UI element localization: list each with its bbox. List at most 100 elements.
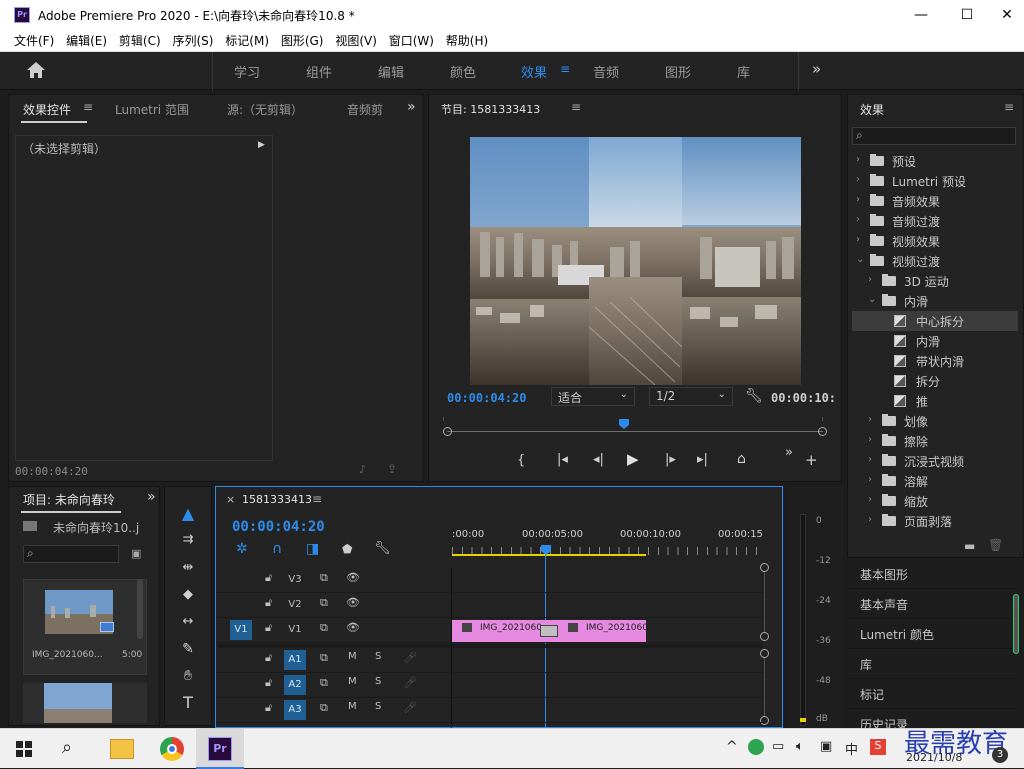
slip-tool-icon[interactable]: ↔ (177, 611, 199, 633)
chevron-down-icon[interactable]: ⌄ (856, 254, 864, 265)
menu-edit[interactable]: 编辑(E) (62, 31, 111, 51)
panel-link[interactable]: 基本图形 (860, 566, 908, 583)
close-tab-icon[interactable]: × (226, 493, 235, 506)
eye-icon[interactable]: 👁︎ (346, 571, 360, 584)
mark-in-icon[interactable]: { (517, 453, 525, 468)
add-button-icon[interactable]: + (805, 451, 818, 469)
track-target[interactable]: A1 (284, 650, 306, 670)
effects-tree-item[interactable]: › Lumetri 预设 (852, 171, 1018, 191)
work-area-bar[interactable] (452, 554, 646, 556)
chevron-right-icon[interactable]: › (868, 474, 872, 485)
chevron-right-icon[interactable]: › (868, 274, 872, 285)
program-scrub-bar[interactable] (447, 431, 823, 432)
close-button[interactable]: ✕ (990, 0, 1024, 30)
workspace-tab-assembly[interactable]: 组件 (306, 62, 332, 81)
export-icon[interactable]: ⇪ (387, 462, 397, 476)
effects-tree-item[interactable]: › 页面剥落 (852, 511, 1018, 531)
effects-tree-item[interactable]: › 沉浸式视频 (852, 451, 1018, 471)
scrub-start-handle[interactable] (443, 427, 452, 436)
effects-tree-item[interactable]: › 音频过渡 (852, 211, 1018, 231)
panel-link[interactable]: Lumetri 颜色 (860, 626, 934, 643)
find-bin-icon[interactable]: ▣ (131, 547, 141, 560)
effects-tree-item[interactable]: ⌄ 视频过渡 (852, 251, 1018, 271)
workspace-tab-libraries[interactable]: 库 (737, 62, 750, 81)
panel-link[interactable]: 库 (860, 656, 872, 673)
effects-tree-item[interactable]: › 擦除 (852, 431, 1018, 451)
workspace-more-icon[interactable]: » (812, 60, 821, 78)
add-marker-icon[interactable]: ⬟ (342, 542, 352, 556)
minimize-button[interactable]: — (898, 0, 944, 30)
project-scrollbar[interactable] (137, 579, 143, 639)
menu-view[interactable]: 视图(V) (331, 31, 381, 51)
lock-icon[interactable]: 🔓︎ (265, 571, 272, 585)
wrench-icon[interactable]: 🔧︎ (745, 388, 763, 404)
sync-icon[interactable]: ⧉ (320, 571, 328, 585)
sync-icon[interactable]: ⧉ (320, 701, 328, 715)
panel-link[interactable]: 标记 (860, 686, 884, 703)
program-current-timecode[interactable]: 00:00:04:20 (447, 391, 526, 405)
workspace-tab-audio[interactable]: 音频 (593, 62, 619, 81)
solo-button[interactable]: S (375, 651, 381, 662)
menu-file[interactable]: 文件(F) (10, 31, 58, 51)
chrome-icon[interactable] (160, 737, 184, 761)
effects-tree-item[interactable]: › 溶解 (852, 471, 1018, 491)
effects-tree-item[interactable]: 推 (852, 391, 1018, 411)
source-patch[interactable]: V1 (230, 620, 252, 640)
microphone-icon[interactable]: 🎤︎ (403, 651, 417, 664)
lock-icon[interactable]: 🔓︎ (265, 651, 272, 665)
timeline-tab[interactable]: 1581333413 (242, 493, 312, 506)
scrub-end-handle[interactable] (818, 427, 827, 436)
audio-only-icon[interactable]: ♪ (359, 463, 366, 476)
track-target[interactable]: A2 (284, 675, 306, 695)
workspace-tab-effects[interactable]: 效果 (521, 62, 547, 81)
menu-clip[interactable]: 剪辑(C) (115, 31, 165, 51)
solo-button[interactable]: S (375, 676, 381, 687)
resolution-dropdown[interactable]: 1/2 ⌄ (649, 387, 733, 406)
go-to-in-icon[interactable]: |◂ (557, 452, 568, 467)
eye-icon[interactable]: 👁︎ (346, 596, 360, 609)
track-target[interactable]: V1 (284, 620, 306, 640)
fit-dropdown[interactable]: 适合 ⌄ (551, 387, 635, 406)
transition-center-split[interactable] (540, 625, 558, 637)
type-tool-icon[interactable]: T (177, 692, 199, 714)
solo-button[interactable]: S (375, 701, 381, 712)
notification-badge[interactable]: 3 (992, 747, 1008, 763)
chevron-right-icon[interactable]: › (868, 494, 872, 505)
timeline-clip-2[interactable]: IMG_2021060 (544, 620, 648, 642)
project-clip-thumbnail[interactable]: IMG_2021060... 5:00 (23, 579, 147, 675)
sync-icon[interactable]: ⧉ (320, 621, 328, 635)
mute-button[interactable]: M (348, 676, 357, 687)
snap-icon[interactable]: ∩ (272, 541, 282, 557)
track-target[interactable]: V3 (284, 570, 306, 590)
network-icon[interactable]: ▭ (772, 739, 784, 754)
panel-link[interactable]: 基本声音 (860, 596, 908, 613)
hamburger-icon[interactable]: ≡ (560, 62, 570, 76)
tray-chevron-icon[interactable]: ^ (726, 739, 738, 755)
nest-icon[interactable]: ✲ (236, 541, 248, 557)
chevron-right-icon[interactable]: › (868, 414, 872, 425)
sogou-icon[interactable]: S (870, 739, 886, 755)
workspace-tab-color[interactable]: 颜色 (450, 62, 476, 81)
tab-effect-controls[interactable]: 效果控件 (23, 101, 71, 118)
effects-tree-item[interactable]: › 划像 (852, 411, 1018, 431)
chevron-right-icon[interactable]: › (856, 214, 860, 225)
workspace-tab-graphics[interactable]: 图形 (665, 62, 691, 81)
workspace-tab-learning[interactable]: 学习 (234, 62, 260, 81)
lock-icon[interactable]: 🔓︎ (265, 676, 272, 690)
hand-tool-icon[interactable]: ✋︎ (177, 665, 199, 687)
effects-tree-item[interactable]: 内滑 (852, 331, 1018, 351)
menu-markers[interactable]: 标记(M) (221, 31, 273, 51)
track-select-tool-icon[interactable]: ⇉ (177, 529, 199, 551)
effects-tree-item[interactable]: › 缩放 (852, 491, 1018, 511)
chevron-right-icon[interactable]: › (868, 434, 872, 445)
chevron-right-icon[interactable]: › (856, 154, 860, 165)
panel-menu-icon[interactable]: ≡ (571, 100, 581, 114)
lock-icon[interactable]: 🔓︎ (265, 701, 272, 715)
lock-icon[interactable]: 🔓︎ (265, 596, 272, 610)
tab-audio-clip-mixer[interactable]: 音频剪 (347, 101, 389, 118)
timeline-clip-1[interactable]: IMG_2021060 (452, 620, 544, 642)
sync-icon[interactable]: ⧉ (320, 596, 328, 610)
timeline-timecode[interactable]: 00:00:04:20 (232, 519, 325, 535)
effects-tree-item[interactable]: › 视频效果 (852, 231, 1018, 251)
microphone-icon[interactable]: 🎤︎ (403, 676, 417, 689)
